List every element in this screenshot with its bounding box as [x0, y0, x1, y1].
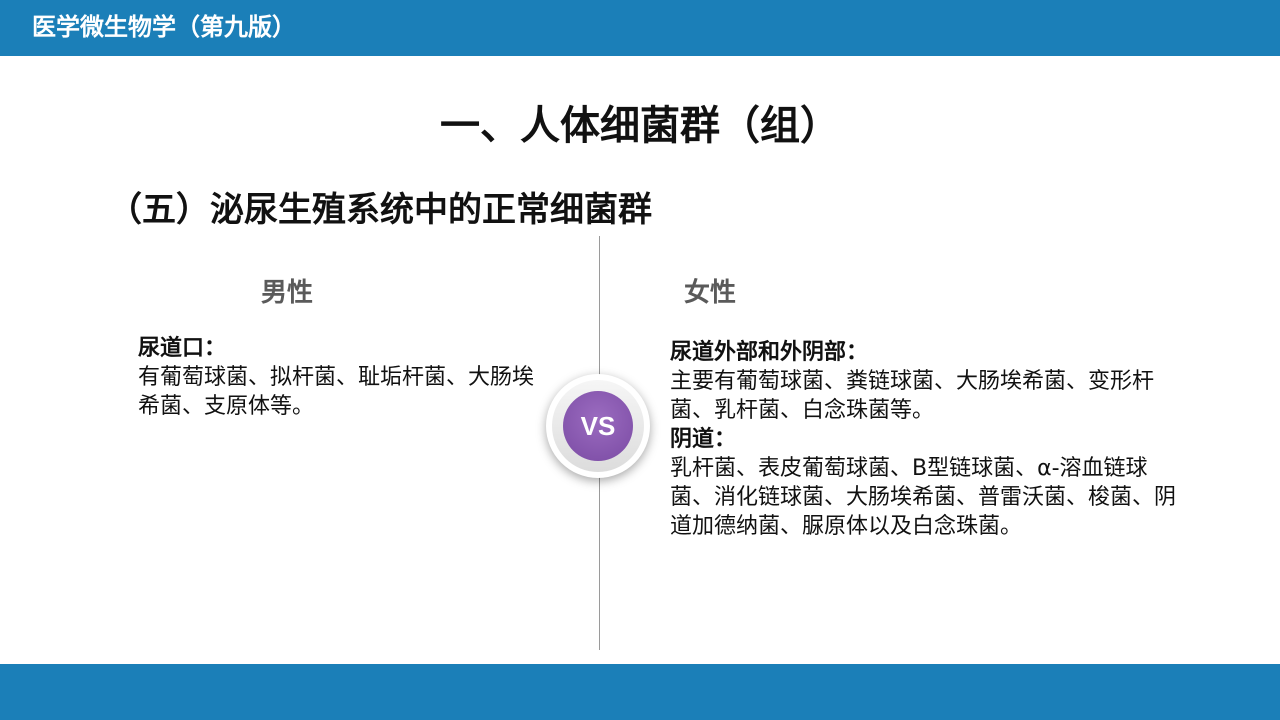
- vs-label: VS: [563, 391, 633, 461]
- slide-subtitle: （五）泌尿生殖系统中的正常细菌群: [108, 190, 652, 230]
- female-section-label: 阴道：: [670, 427, 737, 452]
- vs-badge: VS: [546, 374, 650, 478]
- female-heading: 女性: [684, 278, 737, 308]
- female-section-text: 主要有葡萄球菌、粪链球菌、大肠埃希菌、变形杆菌、乳杆菌、白念珠菌等。: [670, 369, 1155, 423]
- male-section-label: 尿道口：: [138, 336, 227, 361]
- male-section-text: 有葡萄球菌、拟杆菌、耻垢杆菌、大肠埃希菌、支原体等。: [138, 365, 535, 419]
- male-heading: 男性: [261, 278, 314, 308]
- slide-title: 一、人体细菌群（组）: [440, 103, 840, 149]
- header-bar: 医学微生物学（第九版）: [0, 0, 1280, 56]
- female-section-label: 尿道外部和外阴部：: [670, 340, 869, 365]
- female-section-text: 乳杆菌、表皮葡萄球菌、B型链球菌、α-溶血链球菌、消化链球菌、大肠埃希菌、普雷沃…: [670, 456, 1177, 539]
- vs-badge-ring: VS: [552, 380, 644, 472]
- footer-bar: [0, 664, 1280, 720]
- male-content: 尿道口： 有葡萄球菌、拟杆菌、耻垢杆菌、大肠埃希菌、支原体等。: [138, 334, 538, 421]
- book-title: 医学微生物学（第九版）: [32, 13, 296, 41]
- female-content: 尿道外部和外阴部： 主要有葡萄球菌、粪链球菌、大肠埃希菌、变形杆菌、乳杆菌、白念…: [670, 338, 1185, 541]
